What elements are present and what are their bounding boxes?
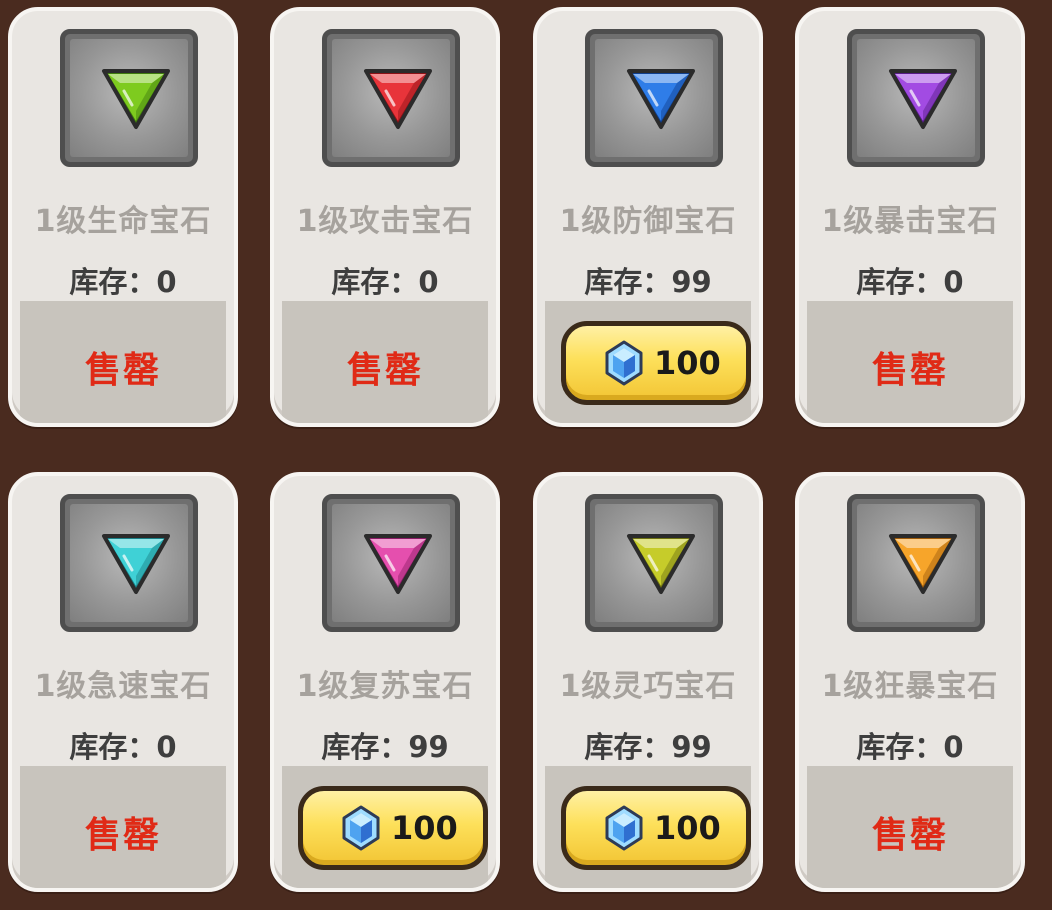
- blue-crystal-icon: [342, 805, 380, 851]
- gem-icon: [627, 534, 695, 594]
- item-name: 1级灵巧宝石: [559, 669, 737, 704]
- gem-icon: [102, 69, 170, 129]
- item-name: 1级生命宝石: [34, 204, 212, 239]
- buy-button[interactable]: 100: [561, 321, 751, 405]
- stock-label: 库存：0: [856, 265, 964, 299]
- item-name: 1级复苏宝石: [296, 669, 474, 704]
- shop-item-card[interactable]: 1级暴击宝石 库存：0 售罄: [795, 7, 1025, 427]
- gem-icon: [102, 534, 170, 594]
- gem-slot: [60, 494, 198, 632]
- sold-out-label: 售罄: [871, 350, 948, 391]
- stock-label: 库存：0: [856, 730, 964, 764]
- purchase-area: 售罄: [282, 301, 488, 423]
- shop-item-card[interactable]: 1级灵巧宝石 库存：99 100: [533, 472, 763, 892]
- stock-label: 库存：0: [69, 730, 177, 764]
- gem-slot: [322, 29, 460, 167]
- stock-label: 库存：99: [584, 730, 712, 764]
- gem-icon: [364, 69, 432, 129]
- sold-out-label: 售罄: [84, 815, 161, 856]
- stock-label: 库存：99: [584, 265, 712, 299]
- price-label: 100: [654, 809, 721, 847]
- shop-item-card[interactable]: 1级生命宝石 库存：0 售罄: [8, 7, 238, 427]
- item-name: 1级防御宝石: [559, 204, 737, 239]
- gem-icon: [364, 534, 432, 594]
- gem-slot-background: [595, 39, 713, 157]
- sold-out-label: 售罄: [84, 350, 161, 391]
- item-name: 1级暴击宝石: [821, 204, 999, 239]
- gem-slot-background: [332, 504, 450, 622]
- stock-label: 库存：0: [331, 265, 439, 299]
- buy-button[interactable]: 100: [298, 786, 488, 870]
- blue-crystal-icon: [605, 805, 643, 851]
- gem-slot-background: [70, 504, 188, 622]
- item-name: 1级攻击宝石: [296, 204, 474, 239]
- gem-slot: [585, 494, 723, 632]
- stock-label: 库存：0: [69, 265, 177, 299]
- gem-slot-background: [70, 39, 188, 157]
- gem-slot-background: [595, 504, 713, 622]
- gem-icon: [889, 69, 957, 129]
- shop-item-card[interactable]: 1级急速宝石 库存：0 售罄: [8, 472, 238, 892]
- gem-slot: [847, 29, 985, 167]
- purchase-area: 售罄: [20, 301, 226, 423]
- shop-item-card[interactable]: 1级防御宝石 库存：99 100: [533, 7, 763, 427]
- purchase-area: 售罄: [20, 766, 226, 888]
- gem-slot: [60, 29, 198, 167]
- item-name: 1级急速宝石: [34, 669, 212, 704]
- shop-item-card[interactable]: 1级狂暴宝石 库存：0 售罄: [795, 472, 1025, 892]
- gem-slot: [847, 494, 985, 632]
- sold-out-label: 售罄: [346, 350, 423, 391]
- price-label: 100: [654, 344, 721, 382]
- gem-icon: [889, 534, 957, 594]
- purchase-area: 100: [545, 766, 751, 888]
- shop-grid: 1级生命宝石 库存：0 售罄 1级攻击宝石 库存：0 售罄 1级防御宝石 库存：99 100 1级…: [0, 0, 1052, 910]
- gem-icon: [627, 69, 695, 129]
- sold-out-label: 售罄: [871, 815, 948, 856]
- gem-slot: [322, 494, 460, 632]
- gem-slot: [585, 29, 723, 167]
- stock-label: 库存：99: [321, 730, 449, 764]
- buy-button[interactable]: 100: [561, 786, 751, 870]
- gem-slot-background: [332, 39, 450, 157]
- blue-crystal-icon: [605, 340, 643, 386]
- shop-item-card[interactable]: 1级攻击宝石 库存：0 售罄: [270, 7, 500, 427]
- price-label: 100: [391, 809, 458, 847]
- purchase-area: 100: [282, 766, 488, 888]
- purchase-area: 售罄: [807, 301, 1013, 423]
- gem-slot-background: [857, 504, 975, 622]
- gem-slot-background: [857, 39, 975, 157]
- purchase-area: 售罄: [807, 766, 1013, 888]
- shop-item-card[interactable]: 1级复苏宝石 库存：99 100: [270, 472, 500, 892]
- item-name: 1级狂暴宝石: [821, 669, 999, 704]
- purchase-area: 100: [545, 301, 751, 423]
